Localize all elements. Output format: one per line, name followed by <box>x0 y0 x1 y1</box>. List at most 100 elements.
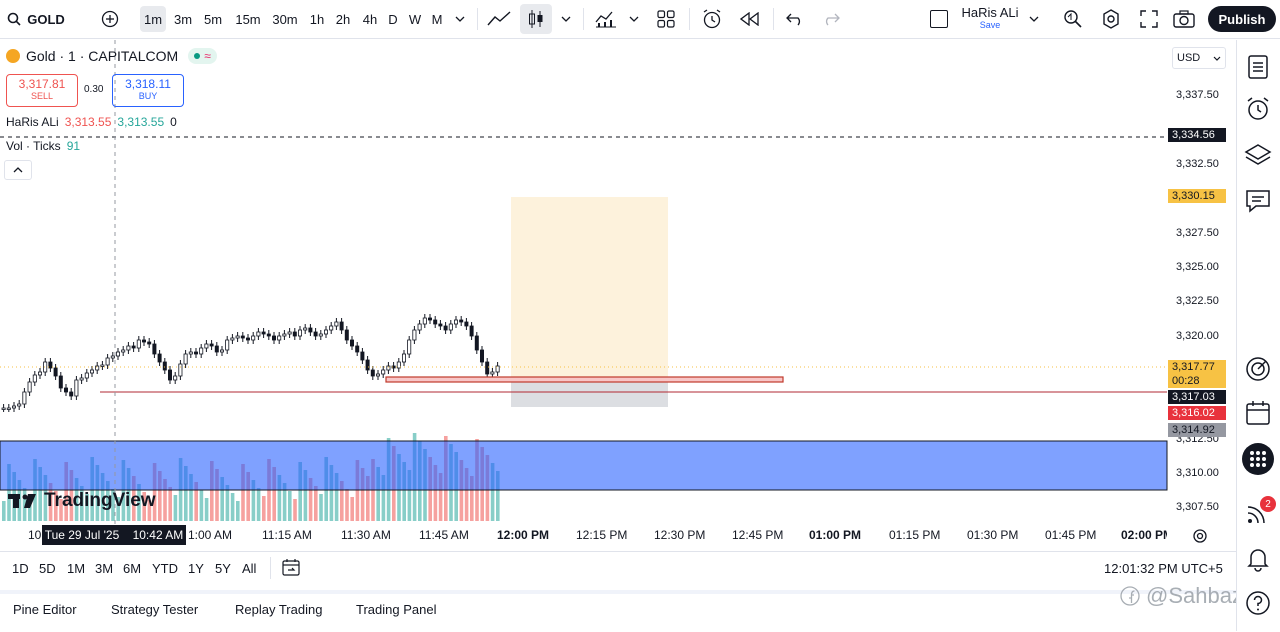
volume-bar <box>293 499 297 521</box>
chevron-down-icon <box>1213 56 1221 61</box>
volume-bar <box>412 433 417 521</box>
clock-display[interactable]: 12:01:32 PM UTC+5 <box>1104 561 1223 576</box>
candle-body <box>438 323 443 327</box>
tf-1m[interactable]: 1m <box>140 6 166 32</box>
tab-replay-trading[interactable]: Replay Trading <box>235 602 322 617</box>
tab-pine-editor[interactable]: Pine Editor <box>13 602 77 617</box>
layout-name[interactable]: HaRis ALi Save <box>958 0 1022 38</box>
candle-body <box>105 357 110 366</box>
volume-bar <box>230 493 235 521</box>
layout-checkbox[interactable] <box>926 0 952 38</box>
chat-icon[interactable] <box>1243 186 1273 216</box>
candle-body <box>53 367 58 377</box>
candles-chart-button[interactable] <box>520 4 552 34</box>
buy-button[interactable]: 3,318.11 BUY <box>112 74 184 107</box>
candle-body <box>334 321 339 327</box>
bell-icon[interactable] <box>1243 543 1273 573</box>
layout-button[interactable] <box>652 0 680 38</box>
candle-body <box>292 331 297 337</box>
range-bar <box>0 551 1236 586</box>
tf-3m[interactable]: 3m <box>171 0 195 38</box>
tradingview-logo[interactable]: TradingView <box>8 490 156 512</box>
chart-pane[interactable] <box>0 40 1236 550</box>
settings-button[interactable] <box>1098 0 1124 38</box>
volume-bar <box>449 444 453 521</box>
fullscreen-button[interactable] <box>1136 0 1162 38</box>
range-1d[interactable]: 1D <box>12 561 29 576</box>
tf-w[interactable]: W <box>406 0 424 38</box>
help-icon[interactable] <box>1243 588 1273 618</box>
tv-logo-icon <box>8 494 36 508</box>
collapse-legend-button[interactable] <box>4 160 32 180</box>
indicators-dropdown[interactable] <box>626 0 642 38</box>
range-ytd[interactable]: YTD <box>152 561 178 576</box>
bar-countdown: 00:28 <box>1168 374 1226 388</box>
volume-bar <box>407 470 412 521</box>
tab-trading-panel[interactable]: Trading Panel <box>356 602 436 617</box>
candle-body <box>261 331 266 335</box>
compare-add-button[interactable] <box>97 0 123 38</box>
timeframe-dropdown[interactable] <box>452 0 468 38</box>
volume-bar <box>158 471 162 521</box>
tab-strategy-tester[interactable]: Strategy Tester <box>111 602 198 617</box>
chart-type-dropdown[interactable] <box>558 0 574 38</box>
range-5d[interactable]: 5D <box>39 561 56 576</box>
volume-legend[interactable]: Vol · Ticks 91 <box>6 139 80 153</box>
chevron-down-icon <box>629 16 639 22</box>
calendar-icon[interactable] <box>1243 398 1273 428</box>
layers-icon[interactable] <box>1243 140 1273 170</box>
volume-bar <box>246 472 250 521</box>
sell-button[interactable]: 3,317.81 SELL <box>6 74 78 107</box>
snapshot-button[interactable] <box>1170 0 1198 38</box>
redo-button[interactable] <box>818 0 844 38</box>
range-all[interactable]: All <box>242 561 256 576</box>
apps-grid-icon[interactable] <box>1241 442 1275 476</box>
volume-bar <box>423 449 427 521</box>
range-1m[interactable]: 1M <box>67 561 85 576</box>
alert-button[interactable] <box>698 0 726 38</box>
ideas-target-icon[interactable] <box>1243 354 1273 384</box>
symbol-search[interactable]: GOLD <box>4 0 68 38</box>
publish-button[interactable]: Publish <box>1208 6 1276 32</box>
goto-date-button[interactable] <box>282 558 300 581</box>
tf-4h[interactable]: 4h <box>360 0 380 38</box>
tf-1h[interactable]: 1h <box>307 0 327 38</box>
rewind-icon <box>740 12 759 26</box>
candle-body <box>495 365 500 373</box>
tf-m[interactable]: M <box>429 0 445 38</box>
range-3m[interactable]: 3M <box>95 561 113 576</box>
chart-canvas[interactable] <box>0 40 1236 550</box>
tf-d[interactable]: D <box>385 0 401 38</box>
alarm-clock-icon[interactable] <box>1243 94 1273 124</box>
candle-body <box>381 369 386 375</box>
time-tick: 01:45 PM <box>1045 528 1097 542</box>
volume-bar <box>2 501 6 521</box>
tf-15m[interactable]: 15m <box>233 0 263 38</box>
crosshair-time-label: Tue 29 Jul '25 10:42 AM <box>42 525 186 545</box>
range-6m[interactable]: 6M <box>123 561 141 576</box>
tf-30m[interactable]: 30m <box>270 0 300 38</box>
market-status-badge[interactable]: ≈ <box>188 48 217 64</box>
undo-button[interactable] <box>782 0 808 38</box>
currency-select[interactable]: USD <box>1172 47 1226 69</box>
volume-bar <box>272 467 276 521</box>
tf-2h[interactable]: 2h <box>333 0 353 38</box>
volume-bar <box>386 438 391 521</box>
quick-search-button[interactable] <box>1060 0 1086 38</box>
gear-icon <box>1103 9 1119 29</box>
axis-settings-button[interactable] <box>1192 528 1208 549</box>
indicators-button[interactable] <box>592 0 620 38</box>
indicator-legend[interactable]: HaRis ALi 3,313.55 3,313.55 0 <box>6 115 177 129</box>
layout-dropdown[interactable] <box>1026 0 1042 38</box>
watchlist-icon[interactable] <box>1243 52 1273 82</box>
range-5y[interactable]: 5Y <box>215 561 231 576</box>
volume-bar <box>282 483 287 521</box>
symbol-title: Gold · 1 · CAPITALCOM <box>26 48 179 64</box>
wave-icon: ≈ <box>204 49 211 63</box>
line-chart-button[interactable] <box>484 0 514 38</box>
tf-5m[interactable]: 5m <box>201 0 225 38</box>
volume-bar <box>334 473 339 521</box>
replay-button[interactable] <box>736 0 764 38</box>
candle-body <box>245 337 250 341</box>
range-1y[interactable]: 1Y <box>188 561 204 576</box>
